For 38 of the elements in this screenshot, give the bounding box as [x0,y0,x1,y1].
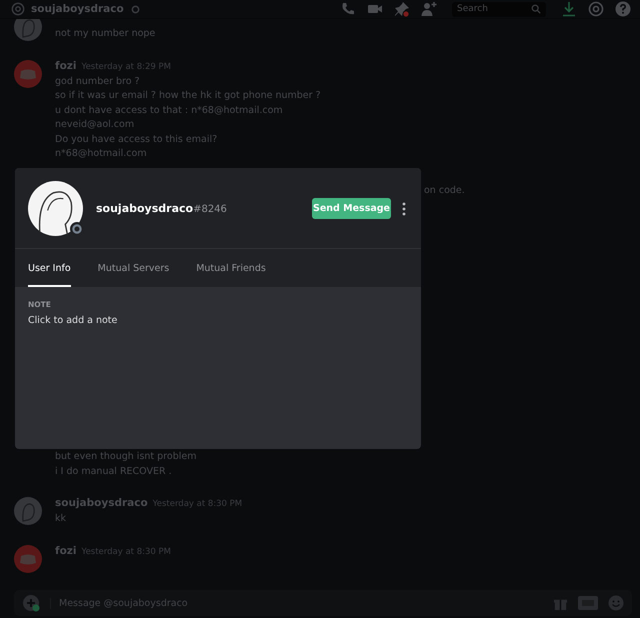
pin-icon[interactable] [394,1,410,17]
help-icon[interactable] [615,1,631,17]
message-text: neveid@aol.com [55,118,134,132]
message-text: on code. [424,184,465,196]
profile-tab[interactable]: Mutual Friends [196,251,266,287]
profile-tab[interactable]: User Info [28,251,71,287]
bot-avatar-icon [14,60,42,88]
message-text: so if it was ur email ? how the hk it got phone number ? [55,89,321,103]
upload-plus-icon[interactable] [22,594,40,612]
search-field[interactable]: Search [452,2,546,16]
message-text: but even though isnt problem [55,450,196,464]
profile-tab[interactable]: Mutual Servers [98,251,170,287]
author-name[interactable]: soujaboysdraco [55,497,148,509]
message-text: i I do manual RECOVER . [55,464,172,478]
message-text: n*68@hotmail.com [55,147,147,161]
message-text: Do you have access to this email? [55,132,218,146]
offline-status-icon [70,222,84,236]
more-options-icon[interactable] [402,202,406,216]
message-text: kk [55,512,66,526]
channel-title: soujaboysdraco [31,3,124,15]
message-text: god number bro ? [55,74,140,88]
author-name[interactable]: fozi [55,60,76,72]
note-field[interactable]: Click to add a note [28,315,328,326]
username: soujaboysdraco#8246 [96,202,227,215]
bot-avatar-icon [14,544,42,572]
download-icon[interactable] [561,1,577,17]
message-text: u dont have access to that : n*68@hotmail.com [55,104,283,118]
user-avatar-icon [14,19,42,41]
search-icon [531,4,541,14]
profile-avatar-drawing [28,181,83,236]
message-text: not my number nope [55,27,156,41]
add-friend-icon[interactable] [421,1,437,17]
phone-icon[interactable] [340,1,356,17]
user-avatar-icon [14,497,42,525]
author-name[interactable]: fozi [55,544,76,556]
emoji-icon[interactable] [608,595,624,611]
status-icon [130,4,140,14]
send-message-button[interactable]: Send Message [312,198,391,219]
